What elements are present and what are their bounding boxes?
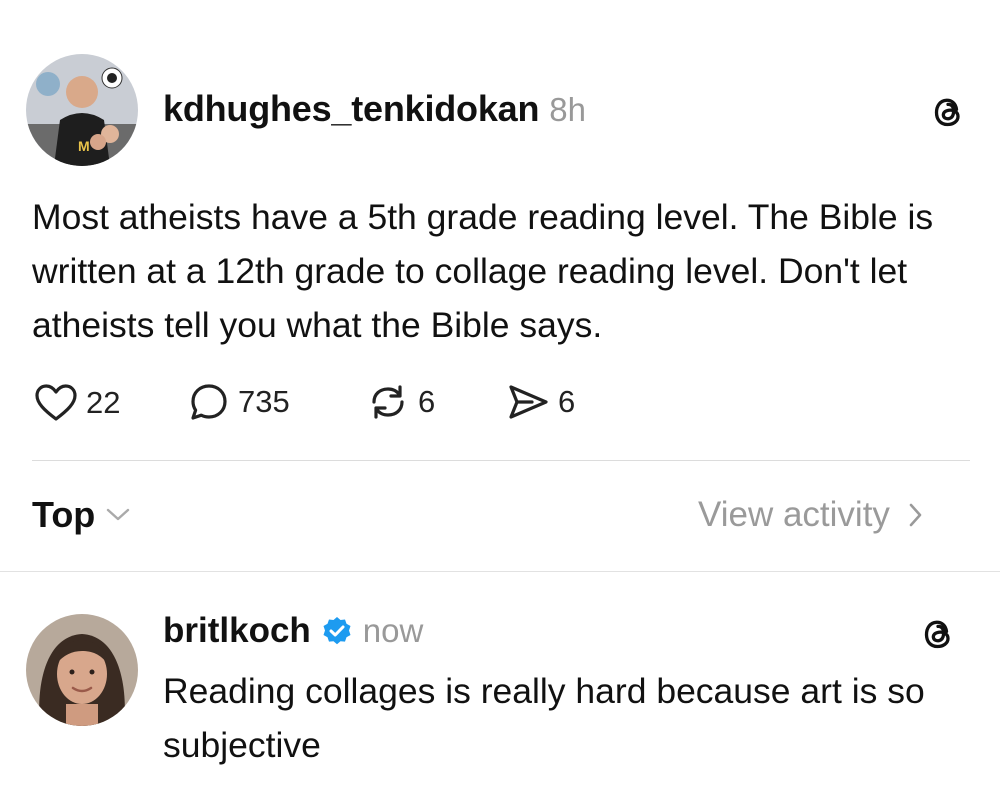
post-author-avatar[interactable]: M — [26, 54, 138, 166]
verified-badge-icon — [323, 617, 351, 645]
post-username[interactable]: kdhughes_tenkidokan — [163, 88, 539, 130]
threads-logo-icon[interactable] — [928, 92, 968, 137]
repost-count: 6 — [418, 384, 436, 419]
heart-icon — [35, 384, 77, 421]
post-header: kdhughes_tenkidokan 8h — [163, 88, 586, 130]
reply-count: 735 — [238, 384, 290, 419]
reply-header: britlkoch now — [163, 611, 423, 651]
sort-label: Top — [32, 494, 96, 535]
chevron-right-icon — [909, 503, 922, 527]
like-button[interactable]: 22 — [34, 383, 120, 423]
share-count: 6 — [558, 384, 576, 419]
sort-dropdown[interactable]: Top — [32, 494, 131, 536]
share-icon — [509, 385, 548, 419]
view-activity-link[interactable]: View activity — [698, 495, 924, 535]
repost-button[interactable]: 6 — [366, 382, 435, 422]
reply-button[interactable]: 735 — [188, 381, 290, 423]
post-divider — [32, 460, 970, 461]
reply-username[interactable]: britlkoch — [163, 611, 311, 651]
reply-body: Reading collages is really hard because … — [163, 671, 925, 765]
reply-timestamp: now — [362, 612, 424, 649]
avatar-badge-text: M — [78, 138, 90, 154]
chevron-down-icon — [107, 508, 130, 521]
post-body: Most atheists have a 5th grade reading l… — [32, 197, 934, 345]
avatar-image — [26, 614, 138, 726]
like-count: 22 — [86, 385, 121, 420]
sort-divider — [0, 571, 1000, 572]
threads-logo-icon[interactable] — [918, 614, 958, 659]
reply-author-avatar[interactable] — [26, 614, 138, 726]
repost-icon — [372, 385, 404, 419]
share-button[interactable]: 6 — [506, 382, 575, 422]
post-timestamp: 8h — [549, 91, 586, 128]
view-activity-label: View activity — [698, 495, 890, 534]
comment-icon — [191, 384, 227, 420]
